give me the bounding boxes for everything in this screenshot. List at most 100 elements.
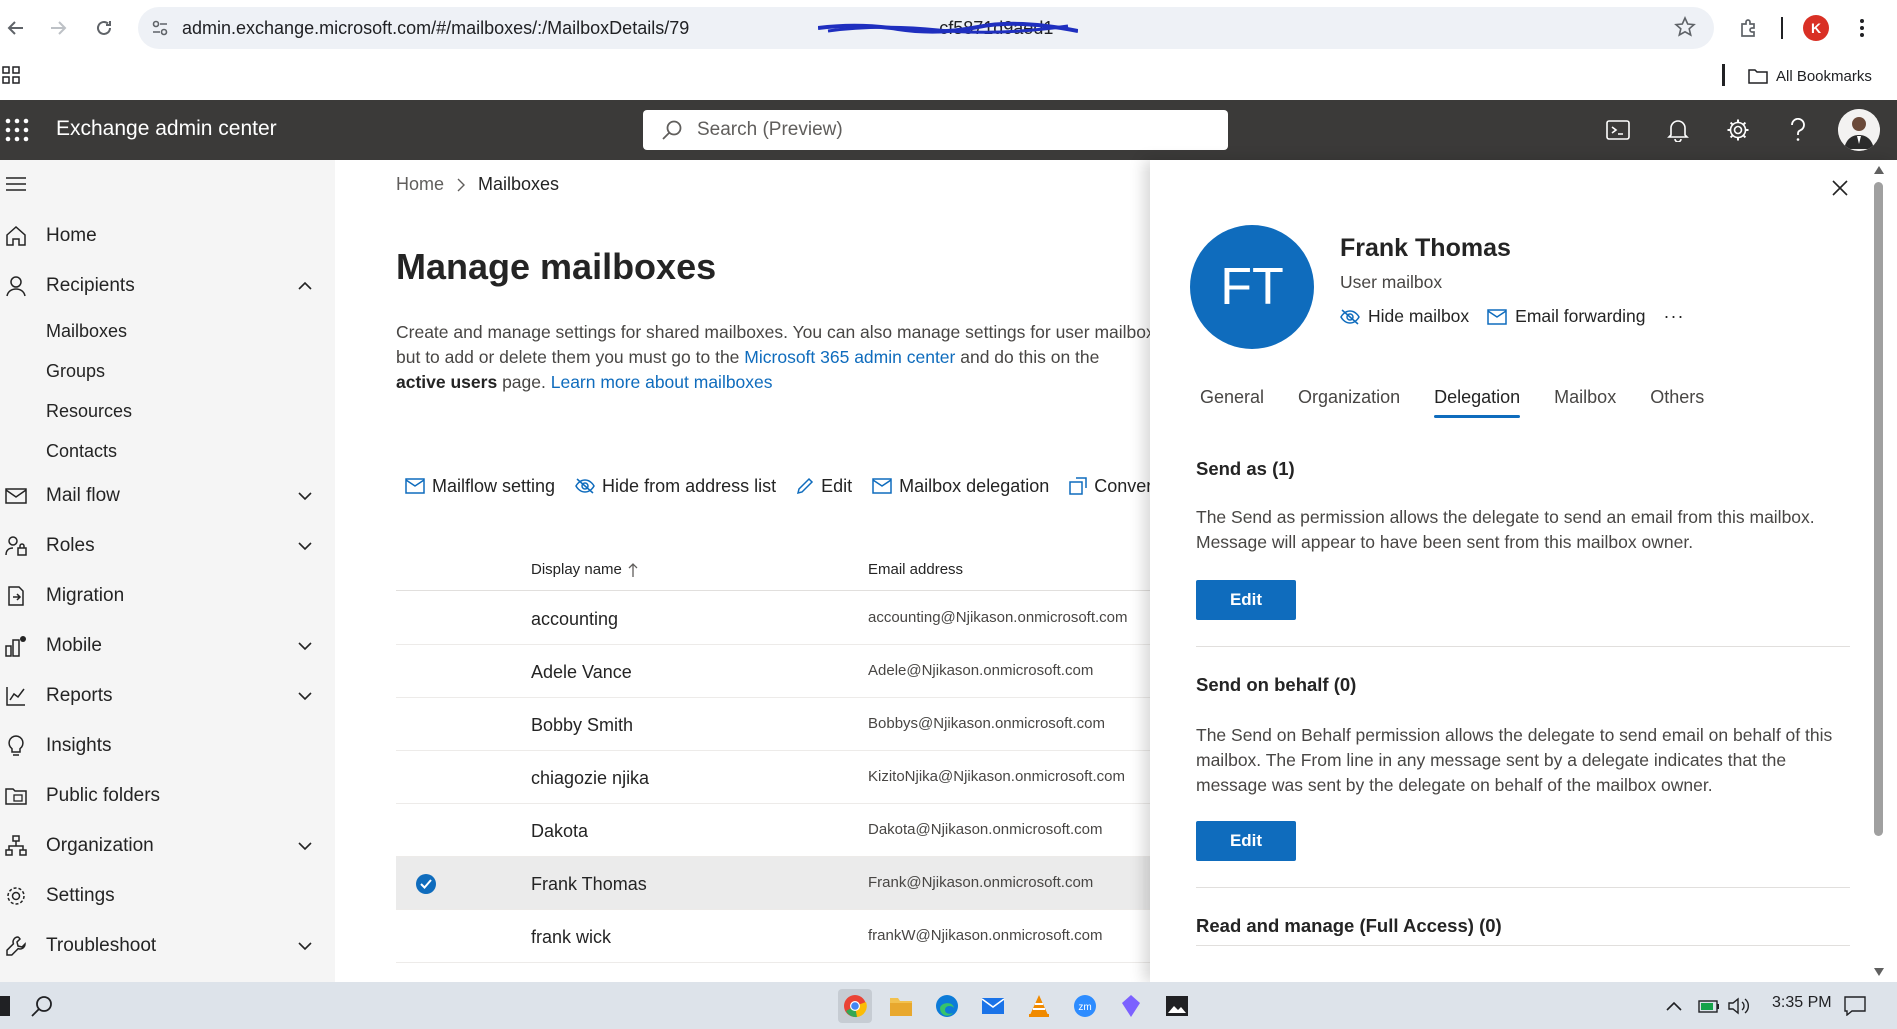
row-display-name: Adele Vance — [531, 662, 632, 682]
nav-sub-mailboxes[interactable]: Mailboxes — [46, 315, 127, 347]
nav-sub-resources[interactable]: Resources — [46, 395, 132, 427]
page-description: Create and manage settings for shared ma… — [396, 322, 1150, 392]
bookmark-star-icon[interactable] — [1674, 16, 1698, 40]
hide-mailbox-button[interactable]: Hide mailbox — [1340, 306, 1469, 327]
search-input[interactable] — [697, 118, 1197, 142]
volume-icon[interactable] — [1728, 994, 1750, 1018]
table-row[interactable]: frank wick frankW@Njikason.onmicrosoft.c… — [396, 910, 1150, 963]
hide-from-address-list-button[interactable]: Hide from address list — [575, 476, 776, 497]
nav-label: Settings — [46, 885, 115, 906]
chevron-down-icon[interactable] — [296, 837, 314, 855]
row-email: Frank@Njikason.onmicrosoft.com — [868, 874, 1094, 891]
extensions-button[interactable] — [1733, 12, 1765, 44]
tab-general[interactable]: General — [1200, 387, 1264, 418]
chevron-up-icon[interactable] — [296, 277, 314, 295]
vlc-app-icon[interactable] — [1022, 989, 1056, 1023]
battery-icon[interactable] — [1698, 994, 1720, 1018]
user-avatar[interactable] — [1838, 109, 1880, 151]
tab-mailbox[interactable]: Mailbox — [1554, 387, 1616, 418]
panel-scrollbar-thumb[interactable] — [1874, 182, 1883, 836]
send-on-behalf-edit-button[interactable]: Edit — [1196, 821, 1296, 861]
chevron-down-icon[interactable] — [296, 537, 314, 555]
convert-button[interactable]: Convert — [1069, 476, 1150, 497]
reload-icon — [97, 20, 111, 35]
tab-others[interactable]: Others — [1650, 387, 1704, 418]
zoom-app-icon[interactable]: zm — [1068, 989, 1102, 1023]
mailflow-setting-button[interactable]: Mailflow setting — [405, 476, 555, 497]
table-row[interactable]: chiagozie njika KizitoNjika@Njikason.onm… — [396, 751, 1150, 804]
page-title: Manage mailboxes — [396, 246, 717, 287]
nav-troubleshoot[interactable]: Troubleshoot — [0, 926, 335, 966]
all-bookmarks-button[interactable]: All Bookmarks — [1748, 64, 1872, 88]
nav-home[interactable]: Home — [0, 216, 335, 256]
tab-delegation[interactable]: Delegation — [1434, 387, 1521, 418]
help-question-icon[interactable] — [1784, 116, 1812, 144]
table-row-selected[interactable]: Frank Thomas Frank@Njikason.onmicrosoft.… — [396, 857, 1150, 910]
tab-organization[interactable]: Organization — [1298, 387, 1400, 418]
nav-settings[interactable]: Settings — [0, 876, 335, 916]
email-forwarding-button[interactable]: Email forwarding — [1487, 306, 1645, 327]
learn-more-link[interactable]: Learn more about mailboxes — [551, 372, 773, 392]
notification-center-icon[interactable] — [1844, 994, 1866, 1018]
tray-overflow-icon[interactable] — [1666, 994, 1682, 1018]
row-checkmark-icon[interactable] — [416, 874, 436, 894]
nav-migration[interactable]: Migration — [0, 576, 335, 616]
back-button[interactable] — [0, 12, 32, 44]
more-actions-icon[interactable]: ··· — [1663, 306, 1684, 327]
address-bar[interactable]: admin.exchange.microsoft.com/#/mailboxes… — [138, 7, 1714, 49]
global-search[interactable] — [643, 110, 1228, 150]
table-row[interactable]: Adele Vance Adele@Njikason.onmicrosoft.c… — [396, 645, 1150, 698]
chevron-down-icon[interactable] — [296, 687, 314, 705]
user-photo-icon — [1838, 109, 1880, 151]
table-row[interactable]: Dakota Dakota@Njikason.onmicrosoft.com — [396, 804, 1150, 857]
nav-recipients[interactable]: Recipients — [0, 266, 335, 306]
cloud-shell-icon[interactable] — [1604, 116, 1632, 144]
m365-admin-link[interactable]: Microsoft 365 admin center — [744, 347, 955, 367]
start-button-icon[interactable] — [0, 996, 10, 1016]
taskbar-clock[interactable]: 3:35 PM — [1772, 994, 1832, 1012]
site-settings-icon[interactable] — [150, 16, 174, 40]
breadcrumb-home[interactable]: Home — [396, 174, 444, 195]
send-as-edit-button[interactable]: Edit — [1196, 580, 1296, 620]
browser-menu-button[interactable] — [1846, 12, 1878, 44]
hamburger-menu-icon[interactable] — [6, 176, 26, 192]
nav-public-folders[interactable]: Public folders — [0, 776, 335, 816]
profile-avatar[interactable]: K — [1803, 15, 1829, 41]
chevron-down-icon[interactable] — [296, 487, 314, 505]
mail-app-icon[interactable] — [976, 989, 1010, 1023]
app-title[interactable]: Exchange admin center — [56, 117, 277, 141]
photos-app-icon[interactable] — [1160, 989, 1194, 1023]
nav-mobile[interactable]: Mobile — [0, 626, 335, 666]
nav-mail-flow[interactable]: Mail flow — [0, 476, 335, 516]
nav-insights[interactable]: Insights — [0, 726, 335, 766]
reload-button[interactable] — [88, 12, 120, 44]
chevron-down-icon[interactable] — [296, 937, 314, 955]
notifications-bell-icon[interactable] — [1664, 116, 1692, 144]
taskbar-search-icon[interactable] — [30, 994, 54, 1018]
settings-gear-icon[interactable] — [1724, 116, 1752, 144]
table-row[interactable]: accounting accounting@Njikason.onmicroso… — [396, 592, 1150, 645]
chrome-app-icon[interactable] — [838, 989, 872, 1023]
file-explorer-icon[interactable] — [884, 989, 918, 1023]
scroll-down-icon[interactable] — [1874, 968, 1884, 976]
chevron-down-icon[interactable] — [296, 637, 314, 655]
section-divider — [1196, 945, 1850, 946]
app-launcher-icon[interactable] — [4, 117, 30, 143]
close-icon[interactable] — [1830, 178, 1854, 202]
nav-sub-contacts[interactable]: Contacts — [46, 435, 117, 467]
windows-taskbar: zm 3:35 PM — [0, 982, 1897, 1029]
edit-button[interactable]: Edit — [796, 476, 852, 497]
column-header-email[interactable]: Email address — [868, 561, 963, 578]
nav-roles[interactable]: Roles — [0, 526, 335, 566]
forward-button[interactable] — [42, 12, 74, 44]
nav-organization[interactable]: Organization — [0, 826, 335, 866]
mailbox-delegation-button[interactable]: Mailbox delegation — [872, 476, 1049, 497]
teams-app-icon[interactable] — [1114, 989, 1148, 1023]
scroll-up-icon[interactable] — [1874, 166, 1884, 174]
nav-reports[interactable]: Reports — [0, 676, 335, 716]
column-header-display-name[interactable]: Display name — [531, 561, 638, 578]
edge-app-icon[interactable] — [930, 989, 964, 1023]
nav-sub-groups[interactable]: Groups — [46, 355, 105, 387]
table-row[interactable]: Bobby Smith Bobbys@Njikason.onmicrosoft.… — [396, 698, 1150, 751]
apps-grid-icon[interactable] — [2, 66, 20, 84]
